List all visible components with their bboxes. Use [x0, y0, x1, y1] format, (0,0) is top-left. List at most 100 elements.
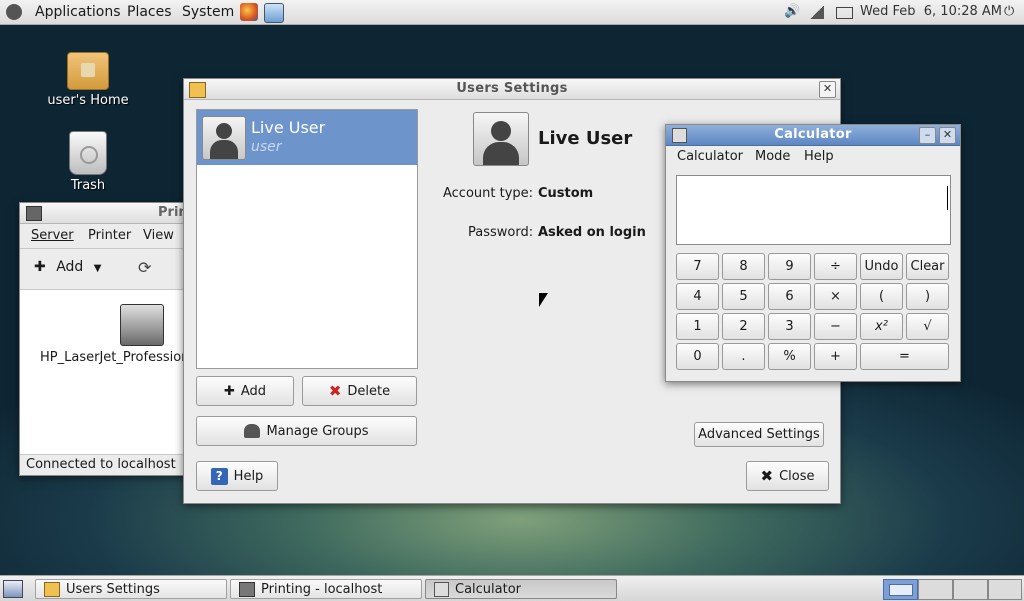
password-label: Password:: [468, 225, 534, 240]
show-desktop-icon[interactable]: [3, 580, 23, 598]
close-x-icon: ✖: [760, 467, 774, 485]
help-icon: ?: [210, 467, 228, 485]
key-decimal[interactable]: .: [722, 343, 765, 370]
connection-status: Connected to localhost: [26, 457, 176, 472]
delete-user-button[interactable]: ✖ Delete: [302, 376, 417, 406]
minimize-icon[interactable]: –: [919, 127, 936, 144]
calculator-titlebar[interactable]: Calculator – ✕: [666, 125, 960, 146]
user-avatar: [202, 116, 246, 160]
workspace-1[interactable]: [883, 579, 918, 600]
menu-calculator[interactable]: Calculator: [677, 149, 743, 164]
window-title: Calculator: [774, 127, 852, 142]
add-printer-button[interactable]: ✚ Add ▼: [34, 259, 101, 275]
home-folder-icon: [67, 52, 109, 90]
firefox-icon[interactable]: [240, 3, 258, 21]
list-item[interactable]: Live User user: [197, 110, 417, 165]
key-8[interactable]: 8: [722, 253, 765, 280]
users-titlebar[interactable]: Users Settings ✕: [184, 79, 840, 100]
gnome-foot-icon[interactable]: [6, 4, 22, 20]
menu-help[interactable]: Help: [804, 149, 834, 164]
key-add[interactable]: +: [814, 343, 857, 370]
task-calculator[interactable]: Calculator: [425, 579, 617, 599]
chevron-down-icon: ▼: [93, 263, 102, 274]
bottom-panel: Users Settings Printing - localhost Calc…: [0, 575, 1024, 601]
calculator-display[interactable]: [676, 175, 951, 245]
key-clear[interactable]: Clear: [906, 253, 949, 280]
key-2[interactable]: 2: [722, 313, 765, 340]
key-equals[interactable]: =: [860, 343, 949, 370]
plus-icon: ✚: [34, 259, 46, 275]
menu-mode[interactable]: Mode: [755, 149, 790, 164]
places-menu[interactable]: Places: [127, 4, 172, 20]
key-multiply[interactable]: ×: [814, 283, 857, 310]
delete-x-icon: ✖: [328, 382, 342, 400]
calculator-window-icon: [434, 581, 449, 597]
workspace-4[interactable]: [988, 579, 1022, 600]
key-1[interactable]: 1: [676, 313, 719, 340]
key-5[interactable]: 5: [722, 283, 765, 310]
calculator-menubar: Calculator Mode Help: [666, 146, 960, 168]
key-6[interactable]: 6: [768, 283, 811, 310]
printer-window-icon: [26, 206, 42, 221]
task-users-settings[interactable]: Users Settings: [35, 579, 227, 599]
mouse-cursor: [539, 293, 548, 307]
power-icon[interactable]: ⏻: [1004, 4, 1014, 19]
plus-icon: ✚: [223, 383, 235, 399]
user-window-icon: [44, 581, 60, 597]
advanced-settings-button[interactable]: Advanced Settings: [694, 422, 824, 447]
user-login-name: user: [251, 139, 282, 155]
key-percent[interactable]: %: [768, 343, 811, 370]
mail-icon[interactable]: [264, 3, 284, 23]
volume-icon[interactable]: 🔊: [784, 4, 800, 19]
group-icon: [244, 424, 261, 438]
close-icon[interactable]: ✕: [819, 81, 836, 98]
printer-name[interactable]: HP_LaserJet_Professional: [40, 350, 201, 365]
window-title: Users Settings: [456, 81, 568, 96]
key-3[interactable]: 3: [768, 313, 811, 340]
password-value[interactable]: Asked on login: [538, 225, 646, 240]
account-type-label: Account type:: [443, 186, 534, 201]
key-4[interactable]: 4: [676, 283, 719, 310]
key-close-paren[interactable]: ): [906, 283, 949, 310]
desktop-icon-label: user's Home: [47, 93, 129, 108]
desktop-icon-home[interactable]: user's Home: [43, 52, 133, 108]
workspace-2[interactable]: [918, 579, 953, 600]
help-button[interactable]: ? Help: [196, 461, 278, 491]
menu-view[interactable]: View: [143, 228, 174, 243]
add-user-button[interactable]: ✚ Add: [196, 376, 294, 406]
key-square[interactable]: x²: [860, 313, 903, 340]
applications-menu[interactable]: Applications: [35, 4, 121, 20]
manage-groups-button[interactable]: Manage Groups: [196, 416, 417, 446]
desktop-icon-label: Trash: [70, 178, 106, 193]
key-subtract[interactable]: −: [814, 313, 857, 340]
printer-window-icon: [239, 581, 255, 597]
close-button[interactable]: ✖ Close: [746, 461, 829, 491]
key-9[interactable]: 9: [768, 253, 811, 280]
text-cursor: [947, 186, 948, 210]
calculator-window: Calculator – ✕ Calculator Mode Help 7 8 …: [665, 124, 961, 382]
detail-avatar[interactable]: [473, 112, 529, 166]
key-divide[interactable]: ÷: [814, 253, 857, 280]
task-printing[interactable]: Printing - localhost: [230, 579, 422, 599]
close-icon[interactable]: ✕: [939, 127, 956, 144]
battery-icon[interactable]: [836, 7, 853, 19]
key-7[interactable]: 7: [676, 253, 719, 280]
user-list: Live User user: [196, 109, 418, 369]
menu-server[interactable]: Server: [31, 228, 74, 243]
network-signal-icon[interactable]: [810, 6, 824, 19]
key-sqrt[interactable]: √: [906, 313, 949, 340]
clock[interactable]: Wed Feb 6, 10:28 AM: [860, 4, 1002, 19]
menu-printer[interactable]: Printer: [88, 228, 131, 243]
account-type-value[interactable]: Custom: [538, 186, 593, 201]
trash-icon: [69, 131, 107, 175]
key-open-paren[interactable]: (: [860, 283, 903, 310]
key-undo[interactable]: Undo: [860, 253, 903, 280]
user-full-name: Live User: [251, 118, 326, 137]
printer-icon[interactable]: [120, 304, 164, 346]
top-panel: Applications Places System 🔊 Wed Feb 6, …: [0, 0, 1024, 25]
desktop-icon-trash[interactable]: Trash: [43, 131, 133, 193]
refresh-icon[interactable]: ⟳: [138, 258, 151, 277]
key-0[interactable]: 0: [676, 343, 719, 370]
workspace-3[interactable]: [953, 579, 988, 600]
system-menu[interactable]: System: [182, 4, 234, 20]
